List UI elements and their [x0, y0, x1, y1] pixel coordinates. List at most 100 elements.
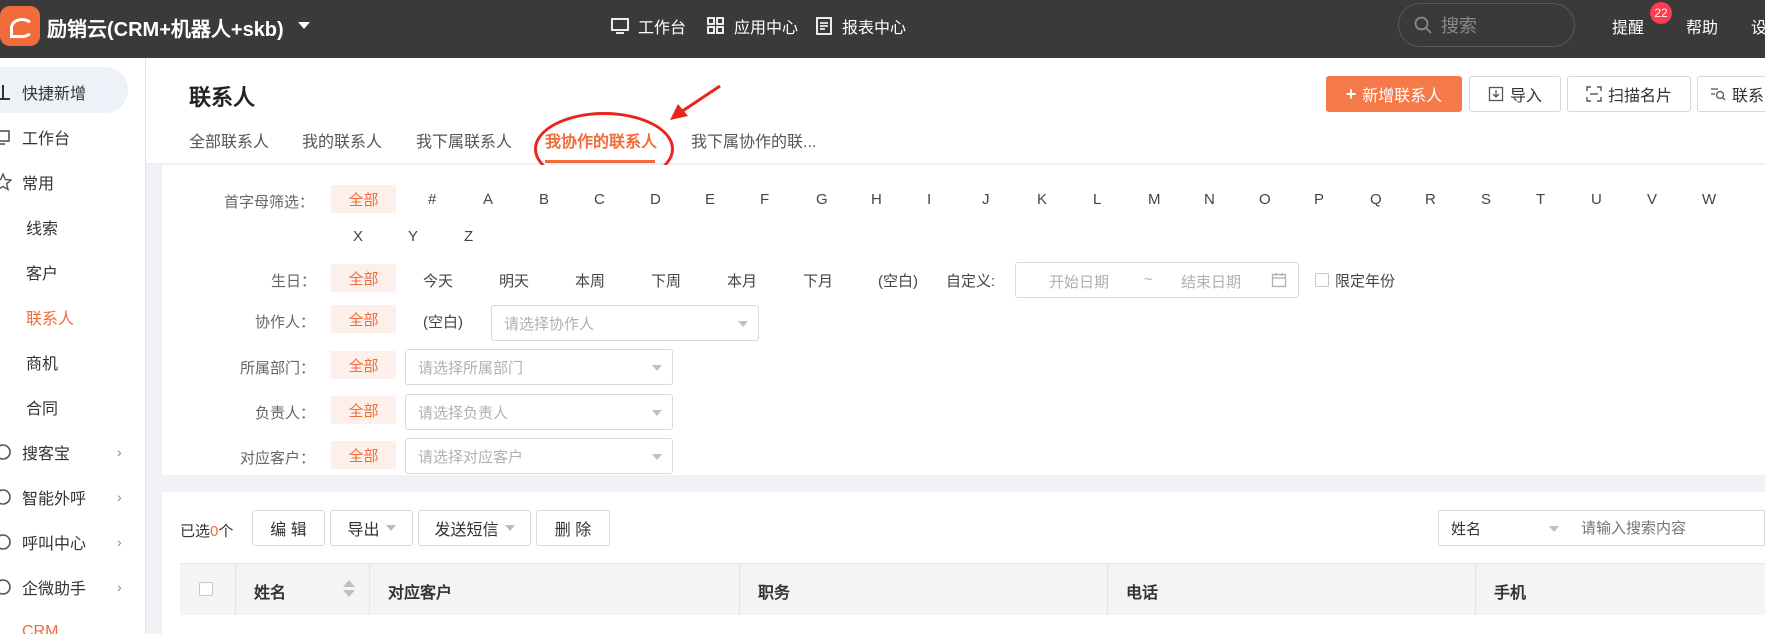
button-label: 联系	[1732, 88, 1765, 105]
letter-filter-option[interactable]: X	[353, 228, 363, 245]
nav-app-center[interactable]: 应用中心	[706, 0, 798, 52]
letter-filter-option[interactable]: #	[428, 191, 436, 208]
sidebar-item-soukebao[interactable]: 搜客宝 ›	[0, 432, 146, 472]
letter-filter-option[interactable]: B	[539, 191, 549, 208]
letter-filter-option[interactable]: V	[1647, 191, 1657, 208]
export-button[interactable]: 导出	[330, 510, 413, 546]
birthday-option-this-month[interactable]: 本月	[727, 270, 757, 291]
customer-filter-all[interactable]: 全部	[331, 441, 396, 469]
select-all-checkbox[interactable]	[199, 582, 213, 596]
limit-year-checkbox[interactable]	[1315, 273, 1329, 287]
letter-filter-option[interactable]: A	[483, 191, 493, 208]
letter-filter-option[interactable]: K	[1037, 191, 1047, 208]
letter-filter-option[interactable]: G	[816, 191, 828, 208]
tab-subordinate-contacts[interactable]: 我下属联系人	[416, 128, 512, 152]
global-search-input[interactable]: 搜索	[1398, 3, 1575, 47]
nav-workbench[interactable]: 工作台	[610, 0, 686, 52]
letter-filter-option[interactable]: M	[1148, 191, 1161, 208]
birthday-filter-all[interactable]: 全部	[331, 264, 396, 292]
collaborator-select[interactable]: 请选择协作人	[491, 305, 759, 341]
department-select[interactable]: 请选择所属部门	[405, 349, 673, 385]
owner-select[interactable]: 请选择负责人	[405, 394, 673, 430]
sidebar-item-common[interactable]: 常用	[0, 162, 146, 202]
letter-filter-option[interactable]: W	[1702, 191, 1716, 208]
collaborator-filter-all[interactable]: 全部	[331, 305, 396, 333]
sidebar-item-customers[interactable]: 客户	[0, 252, 146, 292]
tab-subordinate-collab-contacts[interactable]: 我下属协作的联...	[691, 128, 816, 152]
sidebar-item-workbench[interactable]: 工作台	[0, 117, 146, 157]
letter-filter-option[interactable]: T	[1536, 191, 1545, 208]
help-link[interactable]: 帮助	[1686, 14, 1718, 38]
remind-link[interactable]: 提醒	[1612, 14, 1644, 38]
search-field-select[interactable]: 姓名	[1438, 510, 1570, 546]
letter-filter-all[interactable]: 全部	[331, 185, 396, 213]
settings-link[interactable]: 设	[1751, 14, 1765, 38]
letter-filter-option[interactable]: Z	[464, 228, 473, 245]
birthday-option-tomorrow[interactable]: 明天	[499, 270, 529, 291]
keyword-search-input[interactable]	[1569, 510, 1765, 546]
sidebar-item-call-center[interactable]: 呼叫中心 ›	[0, 522, 146, 562]
letter-filter-option[interactable]: S	[1481, 191, 1491, 208]
app-logo-icon[interactable]	[0, 6, 40, 46]
letter-filter-option[interactable]: I	[927, 191, 931, 208]
birthday-option-today[interactable]: 今天	[423, 270, 453, 291]
column-header-phone[interactable]: 电话	[1126, 579, 1158, 603]
sidebar-item-wecom-assistant[interactable]: 企微助手 ›	[0, 567, 146, 607]
letter-filter-option[interactable]: J	[982, 191, 990, 208]
sidebar-label: 客户	[26, 266, 59, 283]
birthday-option-blank[interactable]: (空白)	[878, 270, 918, 291]
letter-filter-option[interactable]: P	[1314, 191, 1324, 208]
new-contact-button[interactable]: + 新增联系人	[1326, 76, 1462, 112]
nav-report-center[interactable]: 报表中心	[814, 0, 906, 52]
edit-button[interactable]: 编 辑	[252, 510, 325, 546]
letter-filter-option[interactable]: E	[705, 191, 715, 208]
sidebar-label: CRM	[22, 623, 59, 634]
letter-filter-option[interactable]: Y	[408, 228, 418, 245]
letter-filter-option[interactable]: D	[650, 191, 661, 208]
letter-filter-option[interactable]: F	[760, 191, 769, 208]
annotation-arrow-icon	[670, 84, 721, 120]
column-header-customer[interactable]: 对应客户	[388, 579, 452, 603]
scan-card-button[interactable]: 扫描名片	[1567, 76, 1691, 112]
tab-all-contacts[interactable]: 全部联系人	[189, 128, 269, 152]
sidebar-item-contracts[interactable]: 合同	[0, 387, 146, 427]
more-button[interactable]: 联系	[1697, 76, 1765, 112]
letter-filter-option[interactable]: N	[1204, 191, 1215, 208]
sidebar-item-contacts[interactable]: 联系人	[0, 297, 146, 337]
birthday-option-next-week[interactable]: 下周	[651, 270, 681, 291]
owner-filter-all[interactable]: 全部	[331, 396, 396, 424]
customer-select[interactable]: 请选择对应客户	[405, 438, 673, 474]
letter-filter-option[interactable]: H	[871, 191, 882, 208]
letter-filter-option[interactable]: L	[1093, 191, 1101, 208]
sidebar-item-crm[interactable]: CRM	[0, 612, 146, 634]
column-header-name[interactable]: 姓名	[254, 579, 286, 603]
column-header-mobile[interactable]: 手机	[1494, 579, 1526, 603]
collaborator-option-blank[interactable]: (空白)	[423, 311, 463, 332]
sidebar-item-smart-call[interactable]: 智能外呼 ›	[0, 477, 146, 517]
letter-filter-option[interactable]: R	[1425, 191, 1436, 208]
letter-filter-option[interactable]: U	[1591, 191, 1602, 208]
birthday-option-next-month[interactable]: 下月	[803, 270, 833, 291]
import-button[interactable]: 导入	[1469, 76, 1561, 112]
collaborator-filter-label: 协作人：	[255, 314, 316, 331]
nav-label: 报表中心	[842, 20, 907, 37]
department-filter-all[interactable]: 全部	[331, 351, 396, 379]
birthday-option-this-week[interactable]: 本周	[575, 270, 605, 291]
sidebar-item-quick-add[interactable]: 快捷新增	[0, 72, 146, 112]
column-header-position[interactable]: 职务	[758, 579, 790, 603]
birthday-date-range[interactable]: 开始日期 ~ 结束日期	[1015, 262, 1299, 298]
send-sms-button[interactable]: 发送短信	[418, 510, 531, 546]
letter-filter-option[interactable]: O	[1259, 191, 1271, 208]
sidebar-label: 快捷新增	[22, 86, 87, 103]
page-title: 联系人	[189, 85, 256, 110]
letter-filter-option[interactable]: Q	[1370, 191, 1382, 208]
chevron-down-icon[interactable]	[298, 22, 310, 29]
sidebar-item-leads[interactable]: 线索	[0, 207, 146, 247]
remind-count-badge: 22	[1650, 2, 1672, 24]
sort-icon[interactable]	[343, 580, 355, 598]
delete-button[interactable]: 删 除	[536, 510, 610, 546]
tab-my-contacts[interactable]: 我的联系人	[302, 128, 382, 152]
app-title[interactable]: 励销云(CRM+机器人+skb)	[47, 13, 284, 42]
letter-filter-option[interactable]: C	[594, 191, 605, 208]
sidebar-item-opportunities[interactable]: 商机	[0, 342, 146, 382]
